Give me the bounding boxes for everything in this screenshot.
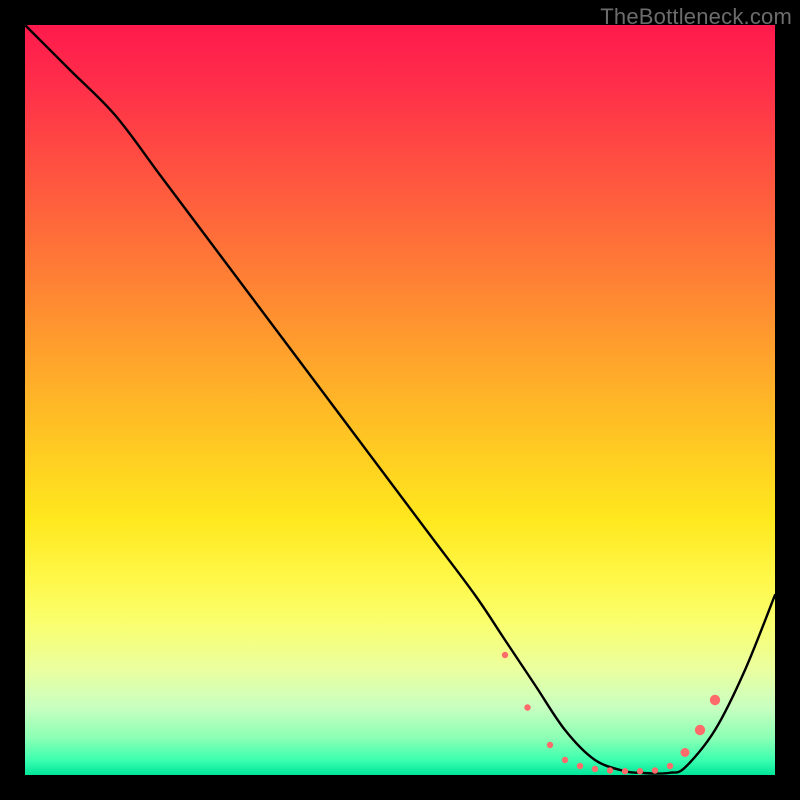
chart-overlay bbox=[25, 25, 775, 775]
watermark-text: TheBottleneck.com bbox=[600, 4, 792, 30]
marker-dot bbox=[592, 766, 598, 772]
plot-area bbox=[25, 25, 775, 775]
marker-dot bbox=[667, 763, 673, 769]
marker-dot bbox=[562, 757, 568, 763]
marker-dot bbox=[577, 763, 583, 769]
curve-line bbox=[25, 25, 775, 774]
marker-dot bbox=[681, 748, 690, 757]
marker-dot bbox=[622, 768, 628, 774]
marker-dot bbox=[637, 768, 643, 774]
marker-dot bbox=[524, 704, 530, 710]
marker-dots bbox=[502, 652, 720, 775]
marker-dot bbox=[502, 652, 508, 658]
chart-stage: TheBottleneck.com bbox=[0, 0, 800, 800]
marker-dot bbox=[607, 767, 613, 773]
marker-dot bbox=[710, 695, 720, 705]
marker-dot bbox=[695, 725, 705, 735]
marker-dot bbox=[652, 767, 658, 773]
marker-dot bbox=[547, 742, 553, 748]
